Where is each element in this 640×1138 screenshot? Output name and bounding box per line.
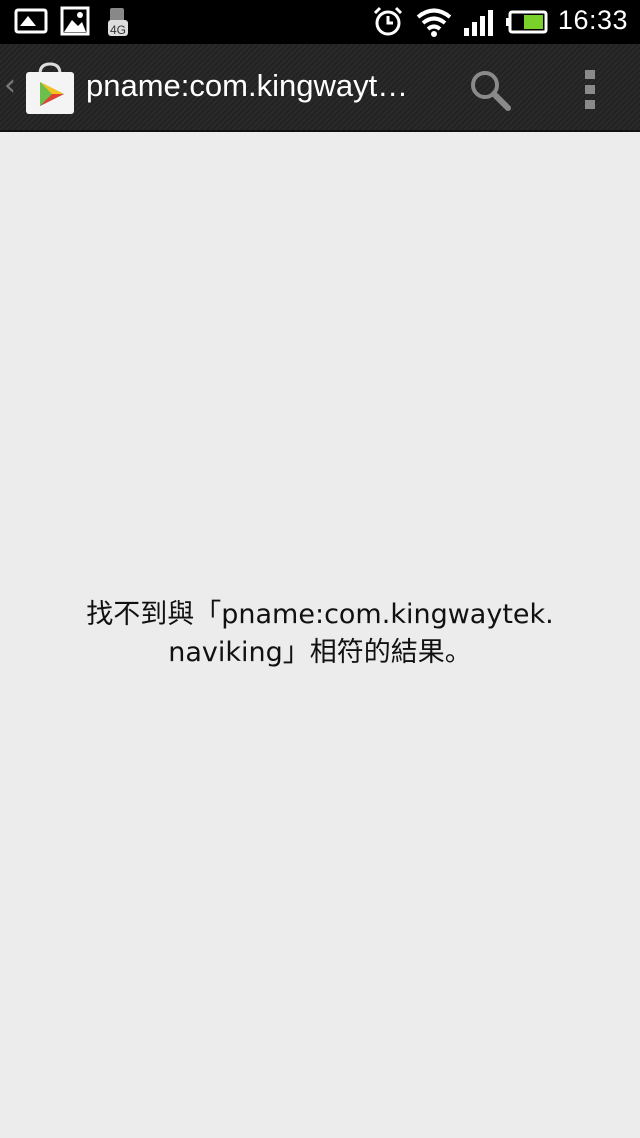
card-icon: [14, 8, 48, 34]
svg-text:4G: 4G: [110, 23, 126, 37]
image-icon: [60, 6, 90, 36]
play-store-icon[interactable]: [22, 60, 78, 116]
action-bar: ‹ pname:com.kingwayt…: [0, 44, 640, 132]
alarm-icon: [373, 6, 403, 36]
message-line-2: naviking」相符的結果。: [168, 637, 472, 668]
no-results-message: 找不到與「pname:com.kingwaytek. naviking」相符的結…: [40, 596, 600, 672]
download-icon: 4G: [108, 8, 128, 37]
page-title: pname:com.kingwayt…: [86, 68, 409, 103]
message-line-1: 找不到與「pname:com.kingwaytek.: [86, 599, 554, 630]
signal-icon: [464, 10, 493, 36]
up-caret-icon[interactable]: ‹: [4, 68, 16, 103]
overflow-menu-icon[interactable]: [572, 66, 608, 114]
wifi-icon: [416, 8, 452, 37]
status-time: 16:33: [557, 5, 628, 35]
status-bar: 4G 16:33: [0, 0, 640, 44]
search-icon[interactable]: [466, 66, 514, 114]
battery-icon: [506, 10, 548, 34]
